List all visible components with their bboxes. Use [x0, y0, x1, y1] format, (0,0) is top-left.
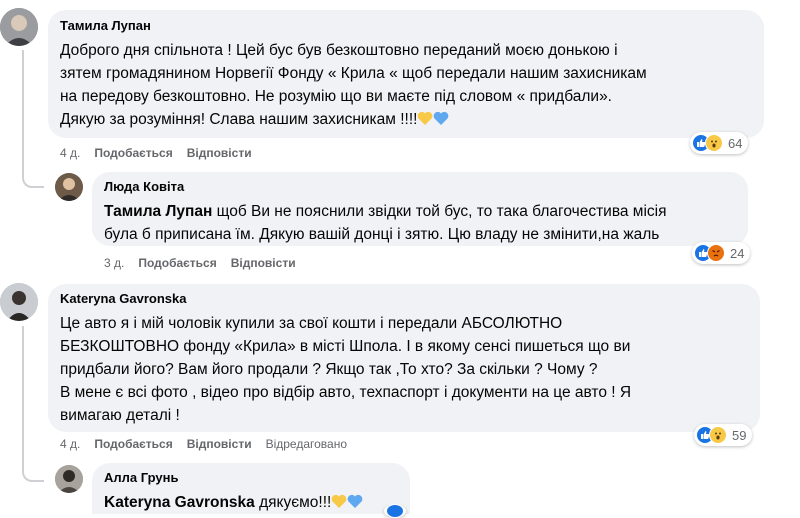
reaction-summary[interactable]: 24 [692, 242, 751, 264]
comment-time[interactable]: 4 д. [60, 146, 80, 160]
comment-bubble: Тамила Лупан Доброго дня спільнота ! Цей… [48, 10, 764, 138]
avatar[interactable] [55, 173, 83, 201]
reaction-summary[interactable] [384, 504, 406, 518]
comment-line: на передову безкоштовно. Не розумію що в… [60, 88, 612, 105]
comment-line: придбали його? Вам його продали ? Якщо т… [60, 361, 598, 378]
avatar[interactable] [0, 8, 38, 46]
comment-line-text: Дякую за розуміння! Слава нашим захисник… [60, 111, 418, 128]
comment-actions: 4 д. Подобається Відповісти [60, 146, 252, 160]
comment-text: Доброго дня спільнота ! Цей бус був безк… [60, 39, 752, 133]
like-button[interactable]: Подобається [94, 437, 172, 451]
comment-line-text: щоб Ви не пояснили звідки той бус, то та… [212, 203, 667, 220]
blue-heart-icon [433, 110, 449, 133]
comment-line: була б приписана їм. Дякую вашій донці і… [104, 226, 660, 243]
comment-time[interactable]: 4 д. [60, 437, 80, 451]
mention-link[interactable]: Kateryna Gavronska [104, 494, 255, 511]
thread-connector [22, 326, 44, 482]
yellow-heart-icon [331, 493, 347, 516]
like-reaction-icon [386, 504, 404, 518]
comment-line-text: дякуємо!!! [254, 494, 332, 511]
comment-line: БЕЗКОШТОВНО фонду «Крила» в місті Шпола.… [60, 338, 631, 355]
comment-line: Тамила Лупан щоб Ви не пояснили звідки т… [104, 200, 736, 223]
wow-reaction-icon [709, 426, 727, 444]
like-button[interactable]: Подобається [94, 146, 172, 160]
comment-text: Kateryna Gavronska дякуємо!!! [104, 491, 398, 516]
avatar[interactable] [55, 465, 83, 493]
yellow-heart-icon [417, 110, 433, 133]
thread-connector [22, 50, 44, 188]
like-button[interactable]: Подобається [138, 256, 216, 270]
comment-time[interactable]: 3 д. [104, 256, 124, 270]
reaction-count: 24 [730, 245, 745, 261]
comment-bubble: Алла Грунь Kateryna Gavronska дякуємо!!! [92, 463, 410, 514]
blue-heart-icon [347, 493, 363, 516]
reply-button[interactable]: Відповісти [187, 437, 252, 451]
comment-line: Дякую за розуміння! Слава нашим захисник… [60, 108, 752, 133]
reaction-summary[interactable]: 64 [690, 132, 749, 154]
edited-label: Відредаговано [265, 437, 348, 451]
comment-line: Це авто я і мій чоловік купили за свої к… [60, 315, 563, 332]
reply-button[interactable]: Відповісти [187, 146, 252, 160]
angry-reaction-icon [707, 244, 725, 262]
wow-reaction-icon [705, 134, 723, 152]
mention-link[interactable]: Тамила Лупан [104, 203, 212, 220]
comment-author[interactable]: Люда Ковіта [104, 179, 736, 194]
comment-bubble: Kateryna Gavronska Це авто я і мій чолов… [48, 284, 760, 432]
comment-actions: 3 д. Подобається Відповісти [104, 256, 296, 270]
comment-line: Доброго дня спільнота ! Цей бус був безк… [60, 42, 618, 59]
comment-author[interactable]: Алла Грунь [104, 470, 398, 485]
comment-bubble: Люда Ковіта Тамила Лупан щоб Ви не поясн… [92, 172, 748, 246]
comment-line: вимагаю деталі ! [60, 407, 180, 424]
comment-author[interactable]: Kateryna Gavronska [60, 291, 748, 306]
comment-text: Тамила Лупан щоб Ви не пояснили звідки т… [104, 200, 736, 246]
comment-line: В мене є всі фото , відео про відбір авт… [60, 384, 632, 401]
avatar[interactable] [0, 283, 38, 321]
comment-line: зятем громадянином Норвегії Фонду « Крил… [60, 65, 647, 82]
reaction-count: 64 [728, 135, 743, 151]
comment-text: Це авто я і мій чоловік купили за свої к… [60, 312, 748, 427]
comment-actions: 4 д. Подобається Відповісти Відредагован… [60, 437, 347, 451]
reply-button[interactable]: Відповісти [231, 256, 296, 270]
reaction-summary[interactable]: 59 [694, 424, 753, 446]
reaction-count: 59 [732, 427, 747, 443]
comment-author[interactable]: Тамила Лупан [60, 18, 752, 33]
